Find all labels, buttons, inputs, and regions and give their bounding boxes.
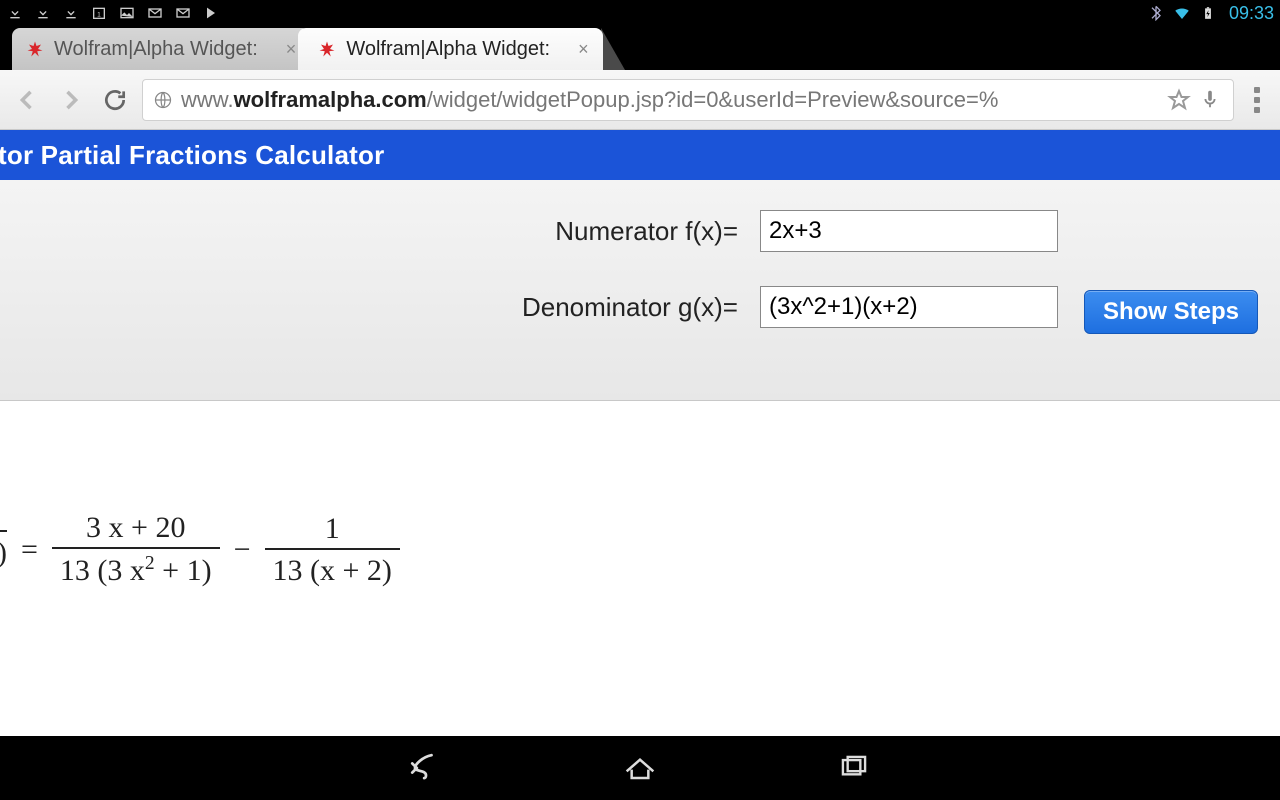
- download-icon: [62, 4, 80, 22]
- page-title-text: tor Partial Fractions Calculator: [0, 140, 384, 171]
- android-status-bar: 1 09:33: [0, 0, 1280, 26]
- picture-icon: [118, 4, 136, 22]
- globe-icon: [153, 90, 173, 110]
- result-equation: 1) = 3 x + 20 13 (3 x2 + 1) − 1 13 (x + …: [0, 511, 400, 588]
- wifi-icon: [1173, 4, 1191, 22]
- battery-icon: [1199, 4, 1217, 22]
- tab-title: Wolfram|Alpha Widget:: [346, 38, 550, 61]
- back-nav-button[interactable]: [404, 746, 448, 790]
- url-text: www.wolframalpha.com/widget/widgetPopup.…: [181, 87, 1159, 113]
- page-viewport: tor Partial Fractions Calculator Numerat…: [0, 130, 1280, 736]
- address-bar[interactable]: www.wolframalpha.com/widget/widgetPopup.…: [142, 79, 1234, 121]
- wolfram-favicon: [26, 40, 44, 58]
- svg-text:1: 1: [97, 11, 101, 18]
- new-tab-corner[interactable]: [601, 28, 625, 70]
- tab-active[interactable]: Wolfram|Alpha Widget: ×: [298, 28, 602, 70]
- calendar-icon: 1: [90, 4, 108, 22]
- widget-form: Numerator f(x)= Denominator g(x)= Show S…: [0, 180, 1280, 401]
- numerator-label: Numerator f(x)=: [40, 216, 760, 247]
- bluetooth-icon: [1147, 4, 1165, 22]
- mail-icon: [146, 4, 164, 22]
- download-icon: [6, 4, 24, 22]
- mic-icon[interactable]: [1199, 88, 1223, 112]
- denominator-label: Denominator g(x)=: [40, 292, 760, 323]
- result-area: 1) = 3 x + 20 13 (3 x2 + 1) − 1 13 (x + …: [0, 401, 1280, 511]
- tab-background[interactable]: Wolfram|Alpha Widget: ×: [12, 28, 310, 70]
- home-nav-button[interactable]: [618, 746, 662, 790]
- numerator-input[interactable]: [760, 210, 1058, 252]
- browser-tabstrip: Wolfram|Alpha Widget: × Wolfram|Alpha Wi…: [0, 26, 1280, 70]
- mail-icon: [174, 4, 192, 22]
- overflow-menu-button[interactable]: [1244, 87, 1270, 113]
- bookmark-star-icon[interactable]: [1167, 88, 1191, 112]
- forward-button[interactable]: [54, 83, 88, 117]
- close-icon[interactable]: ×: [578, 39, 589, 60]
- reload-button[interactable]: [98, 83, 132, 117]
- show-steps-button[interactable]: Show Steps: [1084, 290, 1258, 334]
- recent-nav-button[interactable]: [832, 746, 876, 790]
- denominator-input[interactable]: [760, 286, 1058, 328]
- close-icon[interactable]: ×: [286, 39, 297, 60]
- android-nav-bar: [0, 736, 1280, 800]
- page-title: tor Partial Fractions Calculator: [0, 130, 1280, 180]
- browser-toolbar: www.wolframalpha.com/widget/widgetPopup.…: [0, 70, 1280, 130]
- wolfram-favicon: [318, 40, 336, 58]
- tab-title: Wolfram|Alpha Widget:: [54, 38, 258, 61]
- back-button[interactable]: [10, 83, 44, 117]
- playstore-icon: [202, 4, 220, 22]
- clock-text: 09:33: [1229, 3, 1274, 24]
- download-icon: [34, 4, 52, 22]
